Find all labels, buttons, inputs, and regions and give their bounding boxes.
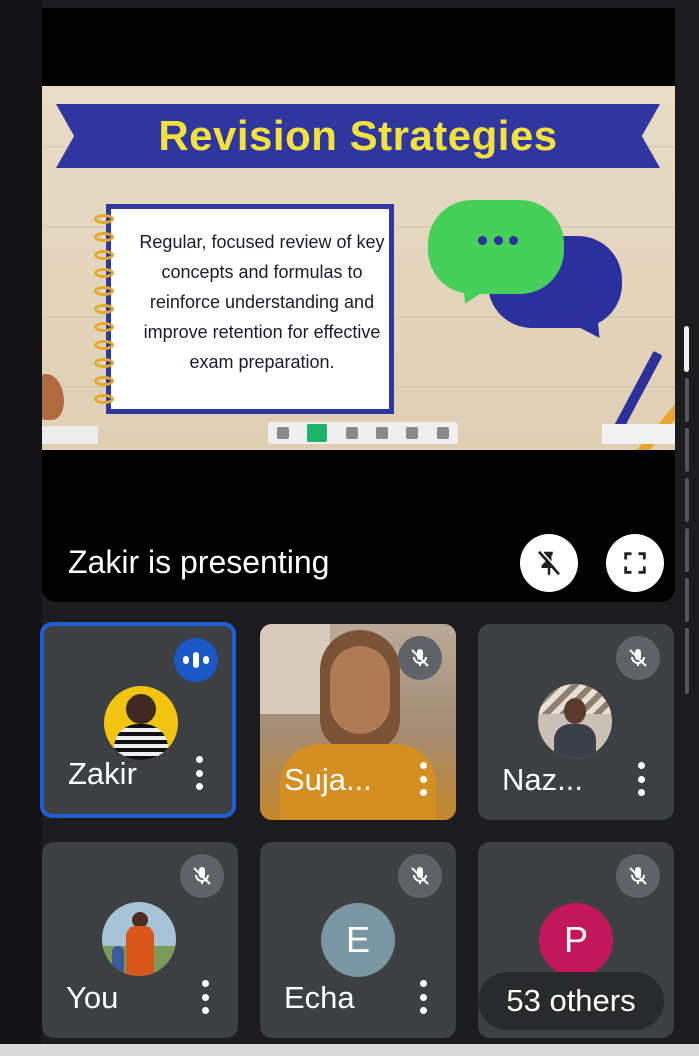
slide-title-banner: Revision Strategies xyxy=(56,104,660,168)
participant-tile[interactable]: Naz... xyxy=(478,624,674,820)
presentation-tile[interactable]: Revision Strategies Regular, focused rev… xyxy=(42,8,675,602)
participant-name: Zakir xyxy=(68,756,137,791)
spiral-ring xyxy=(94,268,114,278)
avatar xyxy=(104,686,178,760)
participant-name: Suja... xyxy=(284,762,372,797)
meeting-screen: Revision Strategies Regular, focused rev… xyxy=(0,0,699,1056)
participant-tile[interactable]: Zakir xyxy=(40,622,236,818)
spiral-ring xyxy=(94,322,114,332)
fullscreen-button[interactable] xyxy=(606,534,664,592)
presenter-hand xyxy=(42,374,64,420)
spiral-ring xyxy=(94,304,114,314)
spiral-ring xyxy=(94,340,114,350)
pencil-graphic xyxy=(611,350,663,436)
cursor-icon xyxy=(277,427,290,439)
speaking-indicator-icon xyxy=(174,638,218,682)
participant-tile[interactable]: E Echa xyxy=(260,842,456,1038)
screen-edge xyxy=(0,0,42,1056)
eraser-icon xyxy=(345,427,358,439)
slide-title: Revision Strategies xyxy=(158,112,558,159)
more-options-button[interactable] xyxy=(200,980,210,1014)
participant-name: Naz... xyxy=(502,762,583,797)
more-options-button[interactable] xyxy=(418,980,428,1014)
slide-body-text: Regular, focused review of key concepts … xyxy=(139,232,385,372)
mic-off-icon xyxy=(398,636,442,680)
shared-slide: Revision Strategies Regular, focused rev… xyxy=(42,86,675,450)
more-icon xyxy=(406,427,419,439)
presenting-label: Zakir is presenting xyxy=(68,544,330,580)
mic-off-icon xyxy=(616,854,660,898)
pen-icon xyxy=(307,424,328,442)
mic-off-icon xyxy=(398,854,442,898)
others-count[interactable]: 53 others xyxy=(478,972,664,1030)
scrollbar-thumb[interactable] xyxy=(684,326,689,372)
slide-drawing-toolbar xyxy=(268,422,458,444)
screen-icon xyxy=(436,427,449,439)
slide-notebook-card: Regular, focused review of key concepts … xyxy=(106,204,394,414)
scrollbar[interactable] xyxy=(682,326,690,696)
undo-icon xyxy=(376,427,389,439)
avatar: P xyxy=(539,903,613,977)
ellipsis-dots xyxy=(478,236,518,246)
spiral-ring xyxy=(94,232,114,242)
speech-bubble-green xyxy=(428,200,564,294)
avatar xyxy=(102,902,176,976)
avatar xyxy=(538,684,612,758)
participant-tile[interactable]: Suja... xyxy=(260,624,456,820)
unpin-button[interactable] xyxy=(520,534,578,592)
spiral-ring xyxy=(94,358,114,368)
fullscreen-icon xyxy=(624,552,646,574)
slide-right-toolbar xyxy=(602,424,675,444)
participant-name: You xyxy=(66,980,119,1015)
mic-off-icon xyxy=(180,854,224,898)
mic-off-icon xyxy=(616,636,660,680)
spiral-ring xyxy=(94,214,114,224)
spiral-ring xyxy=(94,376,114,386)
more-options-button[interactable] xyxy=(194,756,204,790)
participant-tile[interactable]: You xyxy=(42,842,238,1038)
more-options-button[interactable] xyxy=(636,762,646,796)
slide-left-toolbar xyxy=(42,426,98,444)
more-options-button[interactable] xyxy=(418,762,428,796)
unpin-icon xyxy=(537,550,562,576)
participant-name: Echa xyxy=(284,980,355,1015)
screen-edge xyxy=(0,1044,699,1056)
avatar: E xyxy=(321,903,395,977)
spiral-ring xyxy=(94,250,114,260)
spiral-ring xyxy=(94,394,114,404)
spiral-ring xyxy=(94,286,114,296)
